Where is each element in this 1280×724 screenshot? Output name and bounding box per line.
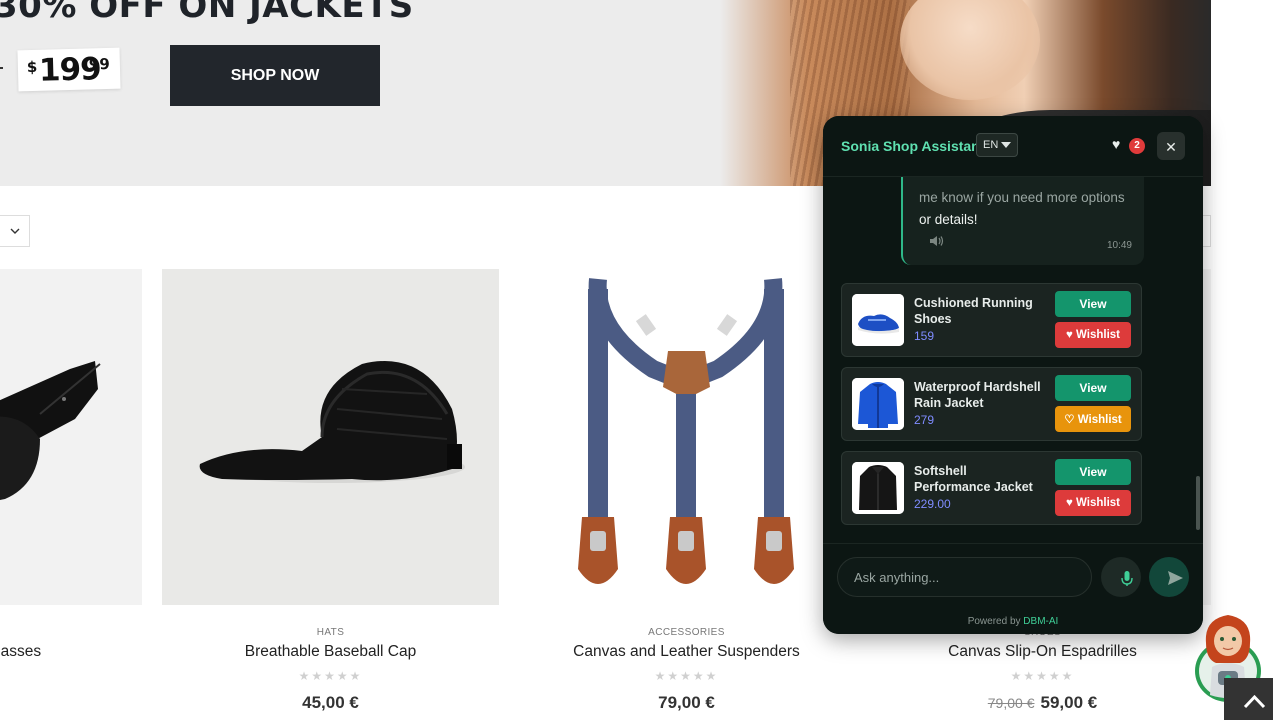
caret-down-icon [1001,142,1011,148]
chat-product-price: 279 [914,413,935,427]
view-product-button[interactable]: View [1055,375,1131,401]
powered-brand-link[interactable]: DBM-AI [1023,616,1058,627]
wishlist-button[interactable]: ♡ Wishlist [1055,406,1131,432]
send-icon [1168,571,1183,585]
rating-stars: ★★★★★ [1010,669,1075,683]
product-name[interactable]: nglasses [0,643,142,661]
product-name[interactable]: Canvas and Leather Suspenders [518,643,855,661]
view-product-button[interactable]: View [1055,291,1131,317]
powered-by: Powered by DBM-AI [823,616,1203,627]
message-text-rest: or details! [919,212,978,227]
rating-stars: ★ [0,669,142,683]
price-currency: $ [26,57,38,77]
chat-product-card: Softshell Performance Jacket 229.00 View… [841,451,1142,525]
close-chat-button[interactable]: ✕ [1157,132,1185,160]
price-cents: 99 [88,54,110,74]
product-category: ACCESSORIES [648,627,725,638]
wishlist-button[interactable]: ♥ Wishlist [1055,322,1131,348]
product-name[interactable]: Breathable Baseball Cap [162,643,499,661]
shop-now-button[interactable]: SHOP NOW [170,45,380,106]
product-price: 79,00 €59,00 € [987,693,1098,712]
product-thumbnail-shoes[interactable] [852,294,904,346]
wishlist-button[interactable]: ♥ Wishlist [1055,490,1131,516]
chat-product-name: Cushioned Running Shoes [914,296,1033,326]
language-select[interactable]: EN [976,133,1018,157]
product-price: 45,00 € [302,693,359,712]
microphone-button[interactable] [1101,557,1141,597]
microphone-icon [1121,571,1133,586]
message-time: 10:49 [1106,240,1132,251]
hero-title: 30% OFF ON JACKETS [0,0,414,26]
language-label: EN [983,139,999,151]
rating-stars: ★★★★★ [298,669,363,683]
product-category: HATS [316,627,345,638]
hero-price-tag: $ 199 99 [17,47,121,92]
message-text-partial: me know if you need more options [919,190,1125,205]
product-name[interactable]: Canvas Slip-On Espadrilles [874,643,1211,661]
assistant-message: me know if you need more options or deta… [901,177,1144,265]
chat-product-price: 159 [914,329,935,343]
chat-product-card: Cushioned Running Shoes 159 View ♥ Wishl… [841,283,1142,357]
product-image-suspenders[interactable] [518,269,855,605]
hero-dash [0,67,3,69]
send-button[interactable] [1149,557,1189,597]
chat-product-name: Waterproof Hardshell Rain Jacket [914,380,1041,410]
product-price: 79,00 € [658,693,715,712]
powered-prefix: Powered by [967,616,1021,627]
chevron-up-icon [1243,694,1266,709]
chat-product-name: Softshell Performance Jacket [914,464,1033,494]
speaker-icon[interactable] [929,235,945,250]
product-price: C [0,693,142,713]
chat-header: Sonia Shop Assistant EN ♥ 2 ✕ [823,116,1203,177]
chat-scroll-thumb[interactable] [1196,476,1200,530]
product-image-cap[interactable] [162,269,499,605]
chat-footer: Powered by DBM-AI [823,543,1203,634]
message-text: me know if you need more options or deta… [919,187,1129,231]
chat-product-card: Waterproof Hardshell Rain Jacket 279 Vie… [841,367,1142,441]
rating-stars: ★★★★★ [654,669,719,683]
product-thumbnail-softshell-jacket[interactable] [852,462,904,514]
chat-input[interactable] [837,557,1092,597]
chat-messages[interactable]: me know if you need more options or deta… [823,177,1203,543]
wishlist-heart-icon[interactable]: ♥ [1112,136,1120,152]
sort-select[interactable] [0,215,30,247]
view-product-button[interactable]: View [1055,459,1131,485]
scroll-to-top-button[interactable] [1224,678,1273,720]
product-thumbnail-rain-jacket[interactable] [852,378,904,430]
product-category: S [0,627,142,638]
wishlist-count-badge: 2 [1129,138,1145,154]
product-image-sunglasses[interactable] [0,269,142,605]
chat-product-price: 229.00 [914,497,951,511]
shop-assistant-chat: Sonia Shop Assistant EN ♥ 2 ✕ me know if… [823,116,1203,634]
chevron-down-icon [10,228,20,234]
chat-title: Sonia Shop Assistant [841,138,985,154]
old-price: 79,00 € [987,695,1035,711]
